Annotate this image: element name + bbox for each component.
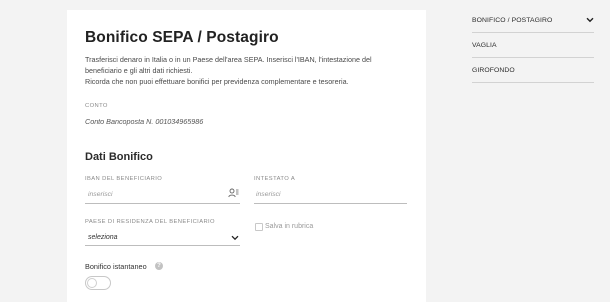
account-value: Conto Bancoposta N. 001034965986 <box>85 117 204 126</box>
sidebar-item-girofondo[interactable]: GIROFONDO <box>472 67 515 74</box>
intro-line: Ricorda che non puoi effettuare bonifici… <box>85 77 349 86</box>
intro-line: Trasferisci denaro in Italia o in un Pae… <box>85 55 372 64</box>
iban-label: IBAN DEL BENEFICIARIO <box>85 176 163 182</box>
account-label: CONTO <box>85 103 108 109</box>
info-icon[interactable]: ? <box>155 262 163 270</box>
sidebar-item-vaglia[interactable]: VAGLIA <box>472 42 497 49</box>
instant-transfer-toggle[interactable] <box>85 276 111 290</box>
chevron-down-icon[interactable] <box>586 17 594 23</box>
page-intro: Trasferisci denaro in Italia o in un Pae… <box>85 54 405 87</box>
sidebar-divider <box>472 82 594 83</box>
holder-underline <box>254 203 407 204</box>
iban-input[interactable]: inserisci <box>88 191 113 198</box>
sidebar-item-bonifico[interactable]: BONIFICO / POSTAGIRO <box>472 17 552 24</box>
toggle-knob <box>87 278 97 288</box>
country-select[interactable]: seleziona <box>88 234 118 241</box>
country-label: PAESE DI RESIDENZA DEL BENEFICIARIO <box>85 219 215 225</box>
instant-transfer-label: Bonifico istantaneo <box>85 262 147 271</box>
holder-label: INTESTATO A <box>254 176 296 182</box>
holder-input[interactable]: inserisci <box>256 191 281 198</box>
country-underline <box>85 245 240 246</box>
section-title: Dati Bonifico <box>85 151 153 163</box>
chevron-down-icon[interactable] <box>231 235 239 241</box>
sidebar-divider <box>472 32 594 33</box>
intro-line: beneficiario e gli altri dati richiesti. <box>85 66 193 75</box>
iban-underline <box>85 203 240 204</box>
page-title: Bonifico SEPA / Postagiro <box>85 29 279 46</box>
address-book-icon[interactable] <box>228 188 239 198</box>
save-contact-checkbox[interactable] <box>255 223 263 231</box>
save-contact-label: Salva in rubrica <box>265 223 314 230</box>
sidebar-divider <box>472 57 594 58</box>
